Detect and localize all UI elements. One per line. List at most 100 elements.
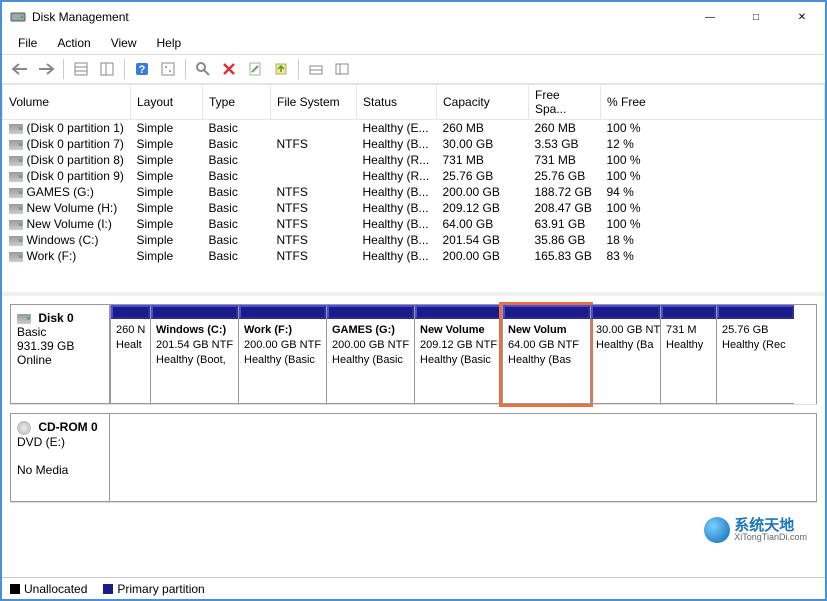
- graphical-view-pane[interactable]: Disk 0 Basic 931.39 GB Online 260 NHealt…: [2, 296, 825, 577]
- partition[interactable]: Windows (C:)201.54 GB NTFHealthy (Boot,: [150, 305, 238, 404]
- partition[interactable]: 731 MHealthy: [660, 305, 716, 404]
- globe-icon: [704, 517, 730, 543]
- partition[interactable]: New Volum64.00 GB NTFHealthy (Bas: [502, 305, 590, 404]
- cdrom-icon: [17, 421, 31, 435]
- forward-button[interactable]: [34, 57, 58, 81]
- vol-type: Basic: [203, 168, 271, 184]
- vol-status: Healthy (B...: [357, 136, 437, 152]
- vol-cap: 30.00 GB: [437, 136, 529, 152]
- vol-type: Basic: [203, 232, 271, 248]
- table-row[interactable]: (Disk 0 partition 9)SimpleBasicHealthy (…: [3, 168, 825, 184]
- col-freespace[interactable]: Free Spa...: [529, 85, 601, 120]
- partition[interactable]: 260 NHealt: [110, 305, 150, 404]
- vol-fs: NTFS: [271, 200, 357, 216]
- settings-button[interactable]: [156, 57, 180, 81]
- table-row[interactable]: New Volume (H:)SimpleBasicNTFSHealthy (B…: [3, 200, 825, 216]
- menu-view[interactable]: View: [101, 34, 147, 52]
- close-button[interactable]: ✕: [779, 2, 825, 32]
- vol-status: Healthy (B...: [357, 200, 437, 216]
- cdrom-header[interactable]: CD-ROM 0 DVD (E:) No Media: [10, 413, 110, 502]
- table-row[interactable]: Windows (C:)SimpleBasicNTFSHealthy (B...…: [3, 232, 825, 248]
- view-list-button[interactable]: [69, 57, 93, 81]
- vol-pct: 18 %: [601, 232, 825, 248]
- partition[interactable]: Work (F:)200.00 GB NTFHealthy (Basic: [238, 305, 326, 404]
- vol-type: Basic: [203, 248, 271, 264]
- vol-name: Windows (C:): [3, 232, 131, 248]
- table-row[interactable]: (Disk 0 partition 7)SimpleBasicNTFSHealt…: [3, 136, 825, 152]
- cdrom-state: No Media: [17, 463, 68, 477]
- vol-pct: 100 %: [601, 168, 825, 184]
- col-volume[interactable]: Volume: [3, 85, 131, 120]
- vol-fs: NTFS: [271, 248, 357, 264]
- watermark: 系统天地 XiTongTianDi.com: [704, 517, 807, 543]
- vol-cap: 64.00 GB: [437, 216, 529, 232]
- action2-button[interactable]: [304, 57, 328, 81]
- disk-0-row[interactable]: Disk 0 Basic 931.39 GB Online 260 NHealt…: [10, 304, 817, 405]
- vol-free: 165.83 GB: [529, 248, 601, 264]
- maximize-button[interactable]: □: [733, 2, 779, 32]
- vol-free: 260 MB: [529, 120, 601, 137]
- table-row[interactable]: Work (F:)SimpleBasicNTFSHealthy (B...200…: [3, 248, 825, 264]
- vol-name: (Disk 0 partition 9): [3, 168, 131, 184]
- partition[interactable]: 25.76 GBHealthy (Rec: [716, 305, 794, 404]
- vol-free: 25.76 GB: [529, 168, 601, 184]
- vol-layout: Simple: [131, 152, 203, 168]
- menu-file[interactable]: File: [8, 34, 47, 52]
- vol-name: (Disk 0 partition 8): [3, 152, 131, 168]
- minimize-button[interactable]: ―: [687, 2, 733, 32]
- vol-type: Basic: [203, 136, 271, 152]
- disk-0-header[interactable]: Disk 0 Basic 931.39 GB Online: [10, 304, 110, 404]
- svg-text:?: ?: [139, 64, 146, 76]
- vol-free: 208.47 GB: [529, 200, 601, 216]
- cdrom-row[interactable]: CD-ROM 0 DVD (E:) No Media: [10, 413, 817, 503]
- table-row[interactable]: GAMES (G:)SimpleBasicNTFSHealthy (B...20…: [3, 184, 825, 200]
- toolbar: ?: [2, 54, 825, 84]
- vol-cap: 731 MB: [437, 152, 529, 168]
- col-capacity[interactable]: Capacity: [437, 85, 529, 120]
- delete-button[interactable]: [217, 57, 241, 81]
- partition[interactable]: 30.00 GB NTHealthy (Ba: [590, 305, 660, 404]
- menu-help[interactable]: Help: [147, 34, 192, 52]
- partition[interactable]: New Volume209.12 GB NTFHealthy (Basic: [414, 305, 502, 404]
- vol-name: (Disk 0 partition 7): [3, 136, 131, 152]
- volume-list-pane[interactable]: Volume Layout Type File System Status Ca…: [2, 84, 825, 296]
- vol-type: Basic: [203, 120, 271, 137]
- partition[interactable]: GAMES (G:)200.00 GB NTFHealthy (Basic: [326, 305, 414, 404]
- refresh-button[interactable]: [191, 57, 215, 81]
- help-button[interactable]: ?: [130, 57, 154, 81]
- vol-layout: Simple: [131, 232, 203, 248]
- disk-icon: [17, 314, 31, 324]
- view-details-button[interactable]: [95, 57, 119, 81]
- vol-status: Healthy (B...: [357, 248, 437, 264]
- vol-status: Healthy (B...: [357, 232, 437, 248]
- vol-free: 731 MB: [529, 152, 601, 168]
- back-button[interactable]: [8, 57, 32, 81]
- vol-fs: [271, 152, 357, 168]
- vol-free: 188.72 GB: [529, 184, 601, 200]
- vol-pct: 100 %: [601, 200, 825, 216]
- vol-fs: NTFS: [271, 232, 357, 248]
- vol-cap: 201.54 GB: [437, 232, 529, 248]
- vol-layout: Simple: [131, 184, 203, 200]
- col-type[interactable]: Type: [203, 85, 271, 120]
- titlebar: Disk Management ― □ ✕: [2, 2, 825, 32]
- action3-button[interactable]: [330, 57, 354, 81]
- primary-swatch: [103, 584, 113, 594]
- vol-type: Basic: [203, 216, 271, 232]
- vol-pct: 100 %: [601, 120, 825, 137]
- properties-button[interactable]: [243, 57, 267, 81]
- table-row[interactable]: (Disk 0 partition 8)SimpleBasicHealthy (…: [3, 152, 825, 168]
- col-status[interactable]: Status: [357, 85, 437, 120]
- volume-table[interactable]: Volume Layout Type File System Status Ca…: [2, 84, 825, 264]
- table-row[interactable]: New Volume (I:)SimpleBasicNTFSHealthy (B…: [3, 216, 825, 232]
- table-row[interactable]: (Disk 0 partition 1)SimpleBasicHealthy (…: [3, 120, 825, 137]
- col-filesystem[interactable]: File System: [271, 85, 357, 120]
- col-pctfree[interactable]: % Free: [601, 85, 825, 120]
- vol-fs: [271, 120, 357, 137]
- disk-0-name: Disk 0: [38, 311, 73, 325]
- legend-primary: Primary partition: [117, 582, 204, 596]
- menu-action[interactable]: Action: [47, 34, 100, 52]
- unallocated-swatch: [10, 584, 20, 594]
- action1-button[interactable]: [269, 57, 293, 81]
- col-layout[interactable]: Layout: [131, 85, 203, 120]
